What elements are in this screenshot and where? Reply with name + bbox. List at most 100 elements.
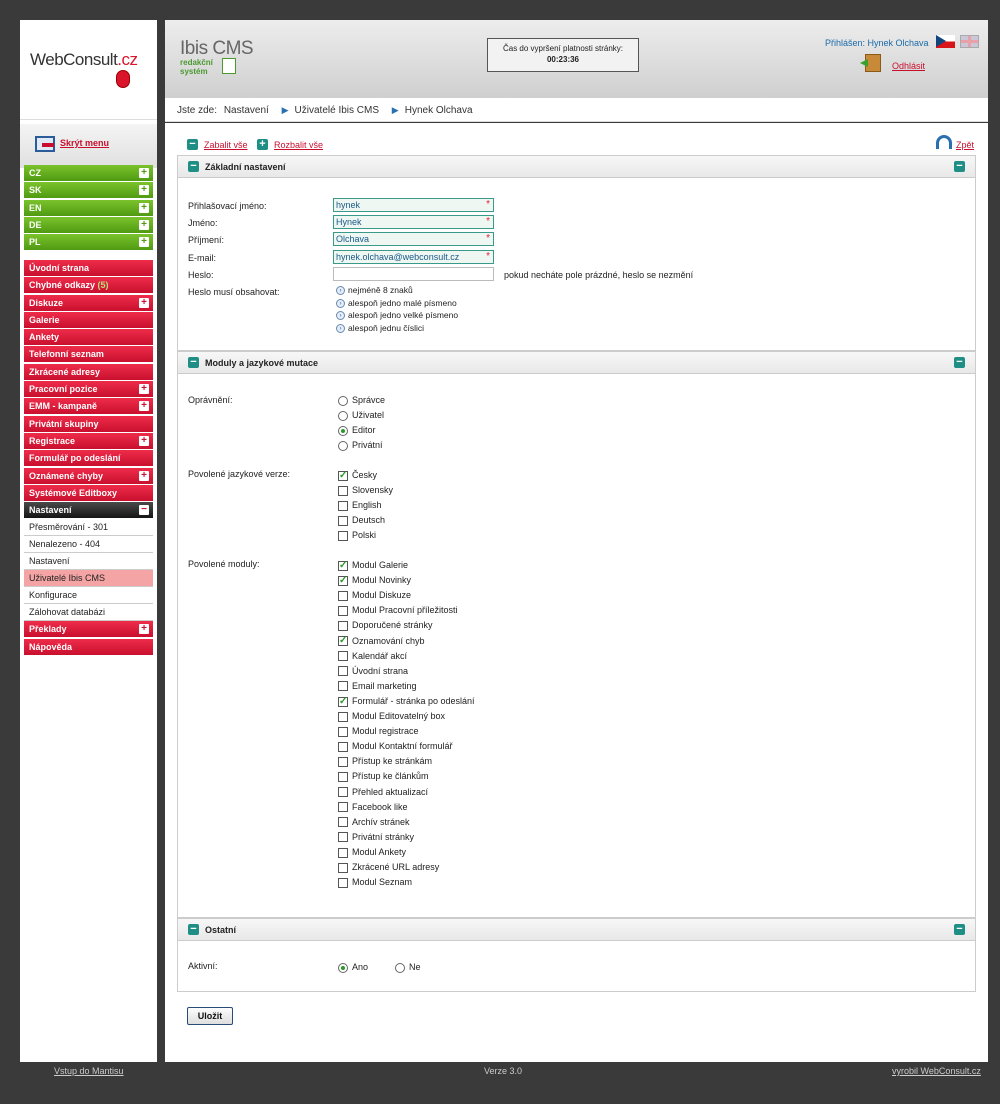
checkbox-icon[interactable]: [338, 500, 348, 511]
sidebar-item[interactable]: Galerie: [24, 311, 153, 329]
module-checkbox[interactable]: Modul Diskuze: [338, 588, 411, 602]
cms-logo[interactable]: Ibis CMS: [180, 38, 254, 60]
surname-input[interactable]: Olchava *: [333, 232, 494, 246]
sidebar-item[interactable]: Úvodní strana: [24, 260, 153, 277]
checkbox-icon[interactable]: [338, 741, 348, 752]
sidebar-subitem[interactable]: Nenalezeno - 404: [24, 536, 153, 554]
checkbox-icon[interactable]: [338, 530, 348, 541]
radio-icon[interactable]: [338, 440, 348, 451]
active-no-radio[interactable]: Ne: [395, 960, 421, 974]
language-checkbox[interactable]: Slovensky: [338, 483, 393, 497]
module-checkbox[interactable]: Modul Kontaktní formulář: [338, 739, 453, 753]
checkbox-icon[interactable]: [338, 621, 348, 632]
checkbox-icon[interactable]: [338, 772, 348, 783]
language-checkbox[interactable]: Deutsch: [338, 513, 385, 527]
sidebar-item-settings[interactable]: Nastavení −: [24, 502, 153, 520]
sidebar-subitem[interactable]: Zálohovat databázi: [24, 604, 153, 622]
sidebar-item[interactable]: Zkrácené adresy: [24, 363, 153, 381]
language-checkbox[interactable]: English: [338, 498, 382, 512]
expand-all-link[interactable]: Rozbalit vše: [274, 140, 323, 150]
checkbox-icon[interactable]: [338, 605, 348, 616]
login-input[interactable]: hynek *: [333, 198, 494, 212]
plus-icon[interactable]: +: [139, 219, 149, 230]
breadcrumb-item[interactable]: Uživatelé Ibis CMS: [295, 105, 379, 116]
module-checkbox[interactable]: Facebook like: [338, 800, 408, 814]
czech-flag-icon[interactable]: [936, 35, 955, 48]
module-checkbox[interactable]: Privátní stránky: [338, 830, 414, 844]
sidebar-subitem[interactable]: Uživatelé Ibis CMS: [24, 570, 153, 588]
plus-icon[interactable]: +: [139, 202, 149, 213]
active-yes-radio[interactable]: Ano: [338, 960, 368, 974]
checkbox-icon[interactable]: [338, 756, 348, 767]
radio-icon[interactable]: [338, 410, 348, 421]
hide-menu-icon[interactable]: [35, 136, 55, 152]
minus-icon[interactable]: −: [188, 924, 199, 935]
module-checkbox[interactable]: Archív stránek: [338, 815, 410, 829]
checkbox-icon[interactable]: [338, 711, 348, 722]
sidebar-subitem[interactable]: Přesměrování - 301: [24, 519, 153, 537]
sidebar-item[interactable]: Nápověda: [24, 638, 153, 656]
minus-icon[interactable]: −: [139, 505, 149, 516]
checkbox-icon[interactable]: [338, 651, 348, 662]
plus-icon[interactable]: +: [139, 237, 149, 248]
checkbox-icon[interactable]: [338, 726, 348, 737]
plus-icon[interactable]: +: [139, 624, 149, 635]
minus-icon[interactable]: −: [188, 357, 199, 368]
save-button[interactable]: Uložit: [187, 1007, 233, 1025]
sidebar-item[interactable]: Ankety: [24, 329, 153, 347]
plus-icon[interactable]: +: [139, 435, 149, 446]
checkbox-icon[interactable]: ✓: [338, 470, 348, 481]
module-checkbox[interactable]: Modul Editovatelný box: [338, 709, 445, 723]
checkbox-icon[interactable]: [338, 485, 348, 496]
module-checkbox[interactable]: Email marketing: [338, 679, 417, 693]
module-checkbox[interactable]: ✓ Modul Galerie: [338, 558, 408, 572]
sidebar-item[interactable]: Telefonní seznam: [24, 346, 153, 364]
sidebar-item[interactable]: Diskuze +: [24, 294, 153, 312]
checkbox-icon[interactable]: ✓: [338, 696, 348, 707]
sidebar-lang-item[interactable]: EN +: [24, 199, 153, 217]
plus-icon[interactable]: +: [139, 384, 149, 395]
radio-icon[interactable]: [338, 425, 348, 436]
checkbox-icon[interactable]: [338, 862, 348, 873]
module-checkbox[interactable]: ✓ Formulář - stránka po odeslání: [338, 694, 475, 708]
radio-icon[interactable]: [395, 962, 405, 973]
hide-menu-link[interactable]: Skrýt menu: [60, 138, 109, 148]
module-checkbox[interactable]: Modul Seznam: [338, 875, 412, 889]
collapse-all-link[interactable]: Zabalit vše: [204, 140, 248, 150]
minus-icon[interactable]: −: [954, 924, 965, 935]
logout-link[interactable]: Odhlásit: [892, 61, 925, 71]
module-checkbox[interactable]: Úvodní strana: [338, 664, 408, 678]
permission-radio[interactable]: Editor: [338, 423, 376, 437]
language-checkbox[interactable]: Polski: [338, 528, 376, 542]
module-checkbox[interactable]: ✓ Oznamování chyb: [338, 634, 425, 648]
checkbox-icon[interactable]: [338, 590, 348, 601]
module-checkbox[interactable]: Modul Pracovní příležitosti: [338, 603, 458, 617]
breadcrumb-item[interactable]: Nastavení: [224, 105, 269, 116]
expand-all[interactable]: + Rozbalit vše: [257, 139, 323, 151]
logout-door-icon[interactable]: [860, 54, 881, 72]
checkbox-icon[interactable]: ✓: [338, 575, 348, 586]
sidebar-subitem[interactable]: Konfigurace: [24, 587, 153, 605]
sidebar-lang-item[interactable]: PL +: [24, 234, 153, 252]
module-checkbox[interactable]: Přístup ke stránkám: [338, 754, 432, 768]
password-input[interactable]: [333, 267, 494, 281]
checkbox-icon[interactable]: [338, 787, 348, 798]
collapse-all[interactable]: − Zabalit vše: [187, 139, 248, 151]
sidebar-item[interactable]: Privátní skupiny: [24, 415, 153, 433]
english-flag-icon[interactable]: [960, 35, 979, 48]
sidebar-lang-item[interactable]: DE +: [24, 216, 153, 234]
checkbox-icon[interactable]: [338, 666, 348, 677]
made-by-link[interactable]: vyrobil WebConsult.cz: [892, 1066, 981, 1076]
checkbox-icon[interactable]: [338, 832, 348, 843]
checkbox-icon[interactable]: [338, 847, 348, 858]
permission-radio[interactable]: Uživatel: [338, 408, 384, 422]
module-checkbox[interactable]: ✓ Modul Novinky: [338, 573, 411, 587]
sidebar-item[interactable]: EMM - kampaně +: [24, 398, 153, 416]
module-checkbox[interactable]: Doporučené stránky: [338, 618, 433, 632]
sidebar-item[interactable]: Registrace +: [24, 432, 153, 450]
checkbox-icon[interactable]: [338, 877, 348, 888]
module-checkbox[interactable]: Modul Ankety: [338, 845, 406, 859]
module-checkbox[interactable]: Přístup ke článkům: [338, 769, 429, 783]
undo-arrow-icon[interactable]: [936, 135, 952, 149]
back-link[interactable]: Zpět: [956, 140, 974, 150]
